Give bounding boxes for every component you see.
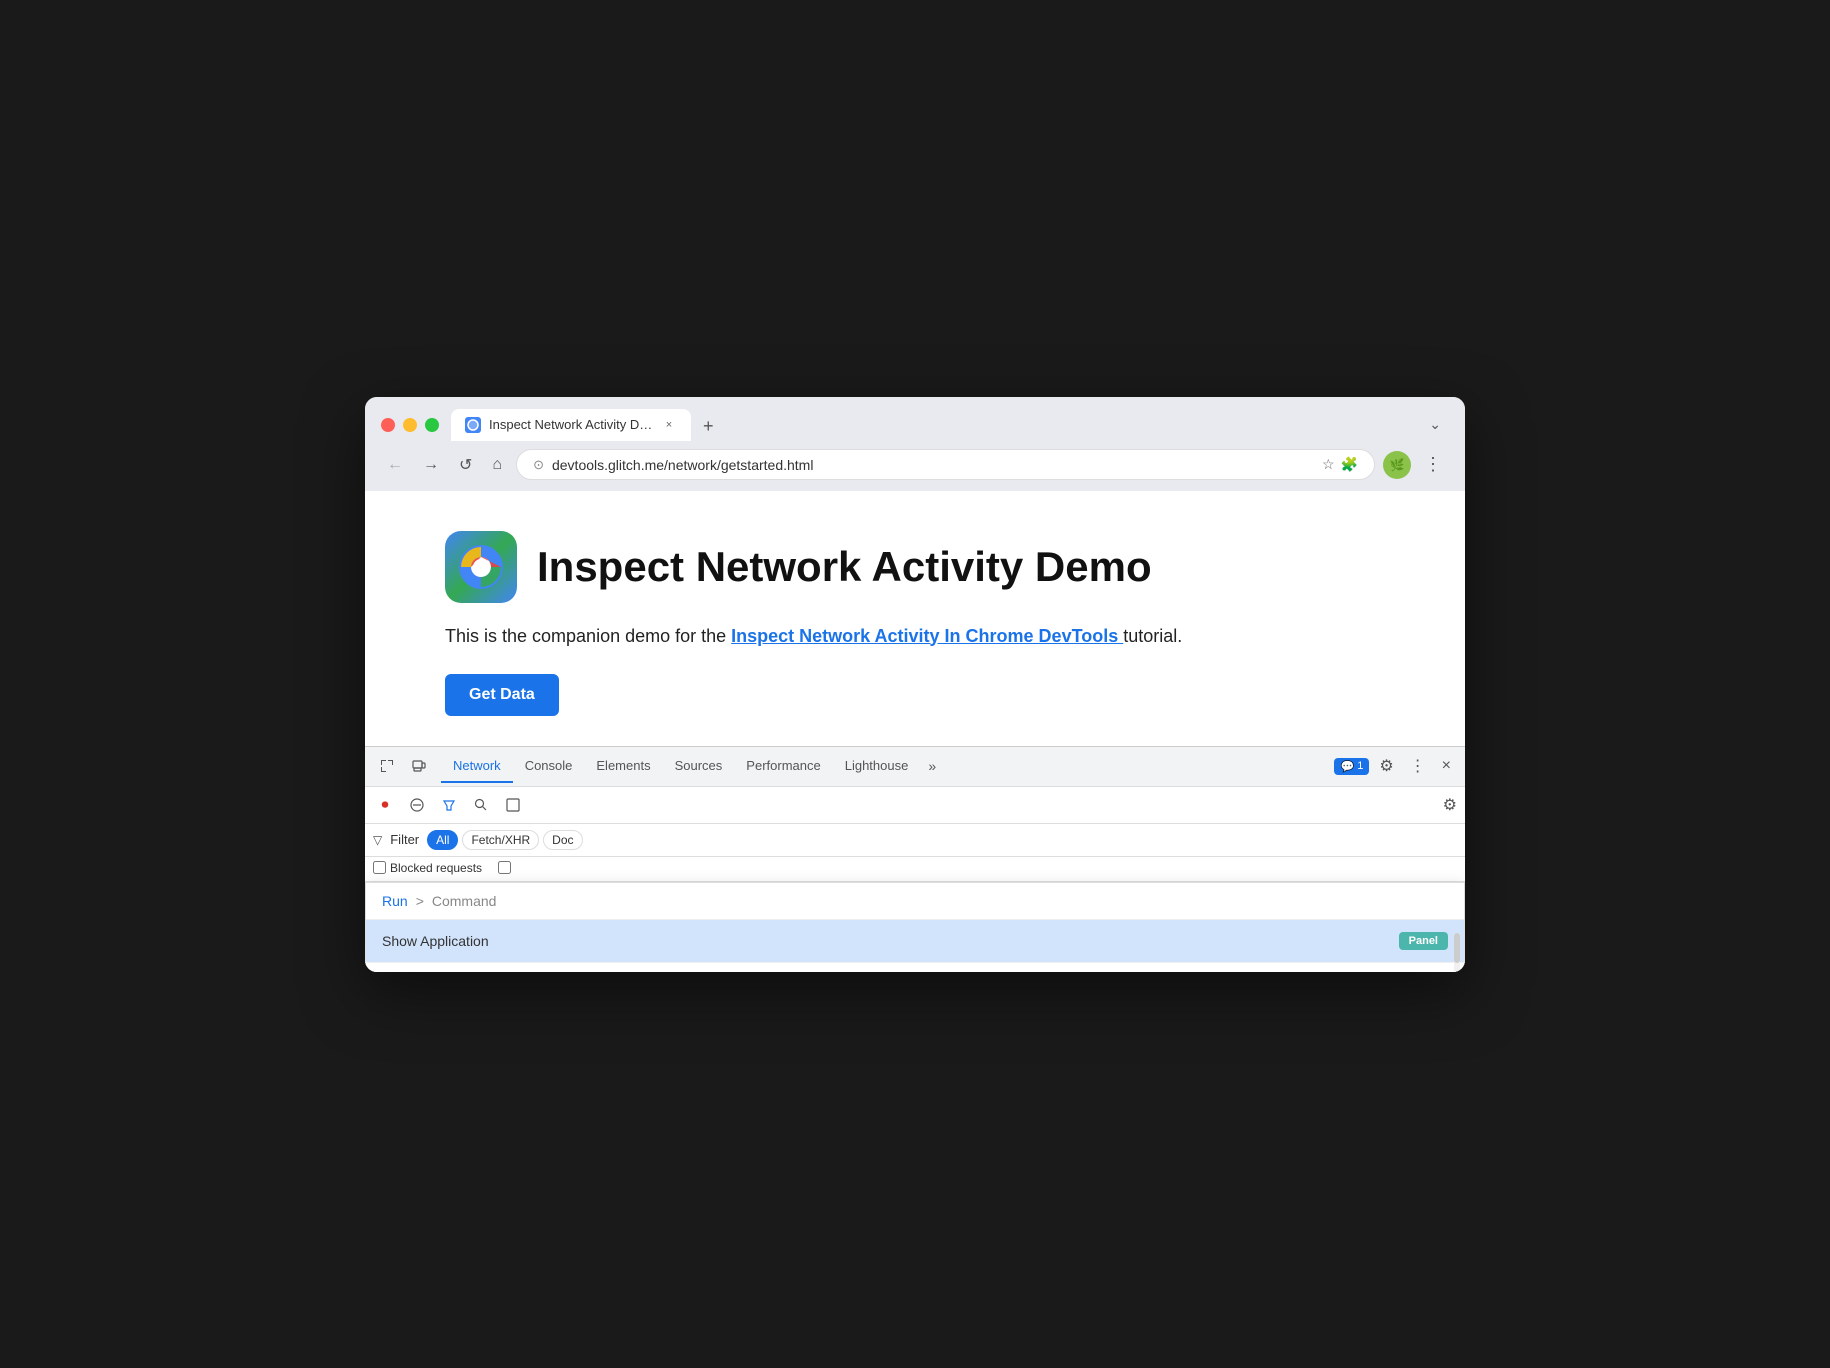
description-before: This is the companion demo for the (445, 626, 731, 646)
tab-console[interactable]: Console (513, 750, 585, 783)
tab-network[interactable]: Network (441, 750, 513, 783)
filter-types: All Fetch/XHR Doc (427, 830, 582, 850)
panel-badge-application: Panel (1399, 932, 1448, 950)
tab-title: Inspect Network Activity Dem (489, 417, 653, 432)
clear-button[interactable] (405, 793, 429, 817)
address-field[interactable]: ⊙ devtools.glitch.me/network/getstarted.… (516, 449, 1375, 480)
command-item-css-overview[interactable]: Show CSS overview Panel (366, 963, 1464, 972)
page-title: Inspect Network Activity Demo (537, 543, 1152, 591)
command-scrollbar (1454, 933, 1460, 972)
devtools-more-button[interactable]: ⋮ (1404, 752, 1432, 780)
url-display: devtools.glitch.me/network/getstarted.ht… (552, 457, 1314, 473)
page-description: This is the companion demo for the Inspe… (445, 623, 1385, 650)
close-window-button[interactable] (381, 418, 395, 432)
devtools-left-icons (373, 754, 433, 778)
devtools-toolbar: Network Console Elements Sources Perform… (365, 747, 1465, 787)
command-input-placeholder[interactable]: Command (432, 893, 1448, 909)
console-badge-count: 1 (1357, 760, 1363, 772)
network-settings-button[interactable]: ⚙ (1443, 795, 1457, 815)
filter-bar: ▽ Filter All Fetch/XHR Doc (365, 824, 1465, 857)
blocked-requests-checkbox[interactable] (373, 861, 386, 874)
filter-fetch-xhr[interactable]: Fetch/XHR (462, 830, 539, 850)
browser-menu-button[interactable]: ⋮ (1417, 449, 1449, 481)
command-scrollbar-thumb (1454, 933, 1460, 963)
filter-icon: ▽ (373, 833, 382, 847)
browser-window: Inspect Network Activity Dem × + ⌄ ← → ↺… (365, 397, 1465, 972)
command-label-application: Show Application (382, 933, 1399, 949)
devtools-right-icons: 💬 1 ⚙ ⋮ × (1334, 752, 1457, 780)
bookmark-icon[interactable]: ☆ (1322, 456, 1335, 473)
devtools-link[interactable]: Inspect Network Activity In Chrome DevTo… (731, 626, 1123, 646)
network-toolbar: ⏺ (365, 787, 1465, 824)
tab-bar: Inspect Network Activity Dem × + (451, 409, 1409, 441)
devtools-settings-button[interactable]: ⚙ (1373, 752, 1399, 780)
command-item-application[interactable]: Show Application Panel (366, 920, 1464, 963)
title-bar: Inspect Network Activity Dem × + ⌄ (365, 397, 1465, 441)
maximize-window-button[interactable] (425, 418, 439, 432)
new-tab-button[interactable]: + (695, 412, 722, 441)
record-button[interactable]: ⏺ (373, 793, 397, 817)
home-button[interactable]: ⌂ (486, 452, 508, 478)
security-icon: ⊙ (533, 457, 544, 473)
get-data-button[interactable]: Get Data (445, 674, 559, 716)
filter-doc[interactable]: Doc (543, 830, 582, 850)
page-header: Inspect Network Activity Demo (445, 531, 1385, 603)
devtools-close-button[interactable]: × (1436, 753, 1457, 779)
network-panel: ⏺ (365, 787, 1465, 972)
tab-sources[interactable]: Sources (663, 750, 735, 783)
checkbox-row: Blocked requests (365, 857, 1465, 882)
minimize-window-button[interactable] (403, 418, 417, 432)
extension-icon[interactable]: 🧩 (1341, 456, 1358, 473)
device-toolbar-button[interactable] (405, 754, 433, 778)
third-party-checkbox[interactable] (498, 861, 511, 874)
description-after: tutorial. (1123, 626, 1182, 646)
filter-button[interactable] (437, 793, 461, 817)
command-input-row: Run > Command (366, 883, 1464, 920)
capture-screenshots-button[interactable] (501, 793, 525, 817)
devtools-panel-container: Name e cookies Size Time main.css 802 B … (365, 882, 1465, 951)
devtools: Network Console Elements Sources Perform… (365, 746, 1465, 972)
tab-favicon (465, 417, 481, 433)
back-button[interactable]: ← (381, 452, 409, 478)
devtools-tabs: Network Console Elements Sources Perform… (441, 750, 1334, 783)
page-content: Inspect Network Activity Demo This is th… (365, 491, 1465, 746)
profile-avatar[interactable]: 🌿 (1383, 451, 1411, 479)
tab-end-controls: ⌄ (1421, 412, 1449, 437)
command-palette: Run > Command Show Application Panel Sho… (365, 882, 1465, 972)
tab-close-button[interactable]: × (661, 417, 677, 433)
forward-button[interactable]: → (417, 452, 445, 478)
tab-chevron-button[interactable]: ⌄ (1421, 412, 1449, 437)
tab-elements[interactable]: Elements (584, 750, 662, 783)
chrome-logo (445, 531, 517, 603)
search-button[interactable] (469, 793, 493, 817)
filter-all[interactable]: All (427, 830, 458, 850)
reload-button[interactable]: ↺ (453, 451, 478, 479)
address-icons: ☆ 🧩 (1322, 456, 1358, 473)
more-tabs-button[interactable]: » (920, 754, 944, 778)
third-party-item (498, 861, 515, 874)
element-picker-button[interactable] (373, 754, 401, 778)
browser-toolbar-right: 🌿 ⋮ (1383, 449, 1449, 481)
command-arrow: > (416, 893, 424, 909)
tab-lighthouse[interactable]: Lighthouse (833, 750, 921, 783)
blocked-requests-item: Blocked requests (373, 861, 482, 875)
window-controls (381, 418, 439, 432)
address-bar: ← → ↺ ⌂ ⊙ devtools.glitch.me/network/get… (365, 441, 1465, 491)
blocked-requests-label: Blocked requests (390, 861, 482, 875)
console-badge-icon: 💬 (1340, 760, 1354, 773)
filter-label: Filter (390, 832, 419, 847)
command-run-label: Run (382, 893, 408, 909)
console-badge: 💬 1 (1334, 758, 1369, 775)
tab-performance[interactable]: Performance (734, 750, 832, 783)
active-tab[interactable]: Inspect Network Activity Dem × (451, 409, 691, 441)
